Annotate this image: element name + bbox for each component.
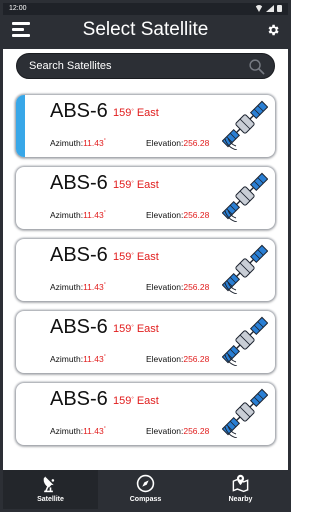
azimuth-value: 11.43° [83, 210, 106, 220]
tab-label: Compass [129, 496, 162, 503]
satellite-icon [222, 388, 268, 438]
azimuth-row: Azimuth:11.43° [50, 354, 106, 364]
longitude-direction: East [136, 395, 159, 407]
elevation-label: Elevation: [146, 354, 184, 364]
search-input[interactable] [29, 54, 239, 78]
azimuth-row: Azimuth:11.43° [50, 426, 106, 436]
elevation-value: 256.28 [183, 210, 210, 220]
azimuth-value: 11.43° [83, 282, 106, 292]
degree-symbol: ° [131, 109, 134, 115]
azimuth-label: Azimuth: [50, 354, 84, 364]
device-frame: 12:00 Select Satellite Search Satellites… [0, 0, 291, 512]
satellite-name: ABS-6 [50, 244, 108, 266]
satellite-icon [222, 244, 268, 294]
azimuth-value: 11.43° [83, 138, 106, 148]
gear-icon[interactable] [266, 23, 280, 37]
status-bar: 12:00 [3, 3, 288, 15]
satellite-name: ABS-6 [50, 172, 108, 194]
search-icon[interactable] [248, 58, 265, 75]
elevation-row: Elevation:256.28 [146, 354, 209, 364]
azimuth-label: Azimuth: [50, 282, 84, 292]
azimuth-value: 11.43° [83, 426, 106, 436]
elevation-label: Elevation: [146, 138, 184, 148]
azimuth-row: Azimuth:11.43° [50, 282, 106, 292]
elevation-value: 256.28 [183, 138, 210, 148]
longitude-value: 159 [113, 179, 132, 191]
satellite-longitude: 159° East [113, 394, 159, 408]
longitude-direction: East [136, 323, 159, 335]
longitude-value: 159 [113, 251, 132, 263]
elevation-label: Elevation: [146, 282, 184, 292]
search-section [3, 49, 288, 89]
app-header: Select Satellite [3, 15, 288, 49]
satellite-card[interactable]: ABS-6 159° East Azimuth:11.43° Elevation… [16, 167, 275, 229]
azimuth-value: 11.43° [83, 354, 106, 364]
satellite-card[interactable]: ABS-6 159° East Azimuth:11.43° Elevation… [16, 311, 275, 373]
elevation-label: Elevation: [146, 210, 184, 220]
tab-nearby[interactable]: Nearby [193, 470, 288, 509]
elevation-row: Elevation:256.28 [146, 210, 209, 220]
map-pin-icon [232, 474, 249, 493]
search-bar [16, 53, 275, 79]
elevation-row: Elevation:256.28 [146, 426, 209, 436]
satellite-card[interactable]: ABS-6 159° East Azimuth:11.43° Elevation… [16, 239, 275, 301]
elevation-row: Elevation:256.28 [146, 282, 209, 292]
satellite-card[interactable]: ABS-6 159° East Azimuth:11.43° Elevation… [16, 383, 275, 445]
signal-icon [266, 5, 274, 12]
app-screen: 12:00 Select Satellite Search Satellites… [3, 3, 288, 509]
compass-icon [136, 474, 155, 493]
longitude-value: 159 [113, 395, 132, 407]
satellite-longitude: 159° East [113, 106, 159, 120]
satellite-card[interactable]: ABS-6 159° East Azimuth:11.43° Elevation… [16, 95, 275, 157]
satellite-name: ABS-6 [50, 388, 108, 410]
azimuth-label: Azimuth: [50, 210, 84, 220]
elevation-value: 256.28 [183, 354, 210, 364]
longitude-direction: East [136, 251, 159, 263]
longitude-direction: East [136, 107, 159, 119]
satellite-longitude: 159° East [113, 178, 159, 192]
azimuth-label: Azimuth: [50, 138, 84, 148]
satellite-name: ABS-6 [50, 316, 108, 338]
elevation-value: 256.28 [183, 282, 210, 292]
satellite-icon [222, 172, 268, 222]
tab-satellite[interactable]: Satellite [3, 470, 98, 509]
status-icons [255, 5, 282, 12]
tab-label: Nearby [228, 496, 253, 503]
longitude-direction: East [136, 179, 159, 191]
elevation-label: Elevation: [146, 426, 184, 436]
satellite-dish-icon [43, 476, 55, 493]
degree-symbol: ° [131, 325, 134, 331]
wifi-icon [255, 5, 263, 12]
elevation-value: 256.28 [183, 426, 210, 436]
satellite-icon [222, 100, 268, 150]
elevation-row: Elevation:256.28 [146, 138, 209, 148]
azimuth-row: Azimuth:11.43° [50, 210, 106, 220]
satellite-name: ABS-6 [50, 100, 108, 122]
satellite-longitude: 159° East [113, 250, 159, 264]
azimuth-row: Azimuth:11.43° [50, 138, 106, 148]
battery-icon [277, 5, 282, 12]
azimuth-label: Azimuth: [50, 426, 84, 436]
degree-symbol: ° [131, 253, 134, 259]
tab-label: Satellite [37, 496, 64, 503]
status-time: 12:00 [9, 5, 27, 12]
longitude-value: 159 [113, 323, 132, 335]
tab-compass[interactable]: Compass [98, 470, 193, 509]
longitude-value: 159 [113, 107, 132, 119]
degree-symbol: ° [131, 397, 134, 403]
satellite-icon [222, 316, 268, 366]
satellite-longitude: 159° East [113, 322, 159, 336]
degree-symbol: ° [131, 181, 134, 187]
bottom-tab-bar: Satellite Compass Nearby [3, 470, 288, 509]
page-title: Select Satellite [82, 19, 209, 40]
